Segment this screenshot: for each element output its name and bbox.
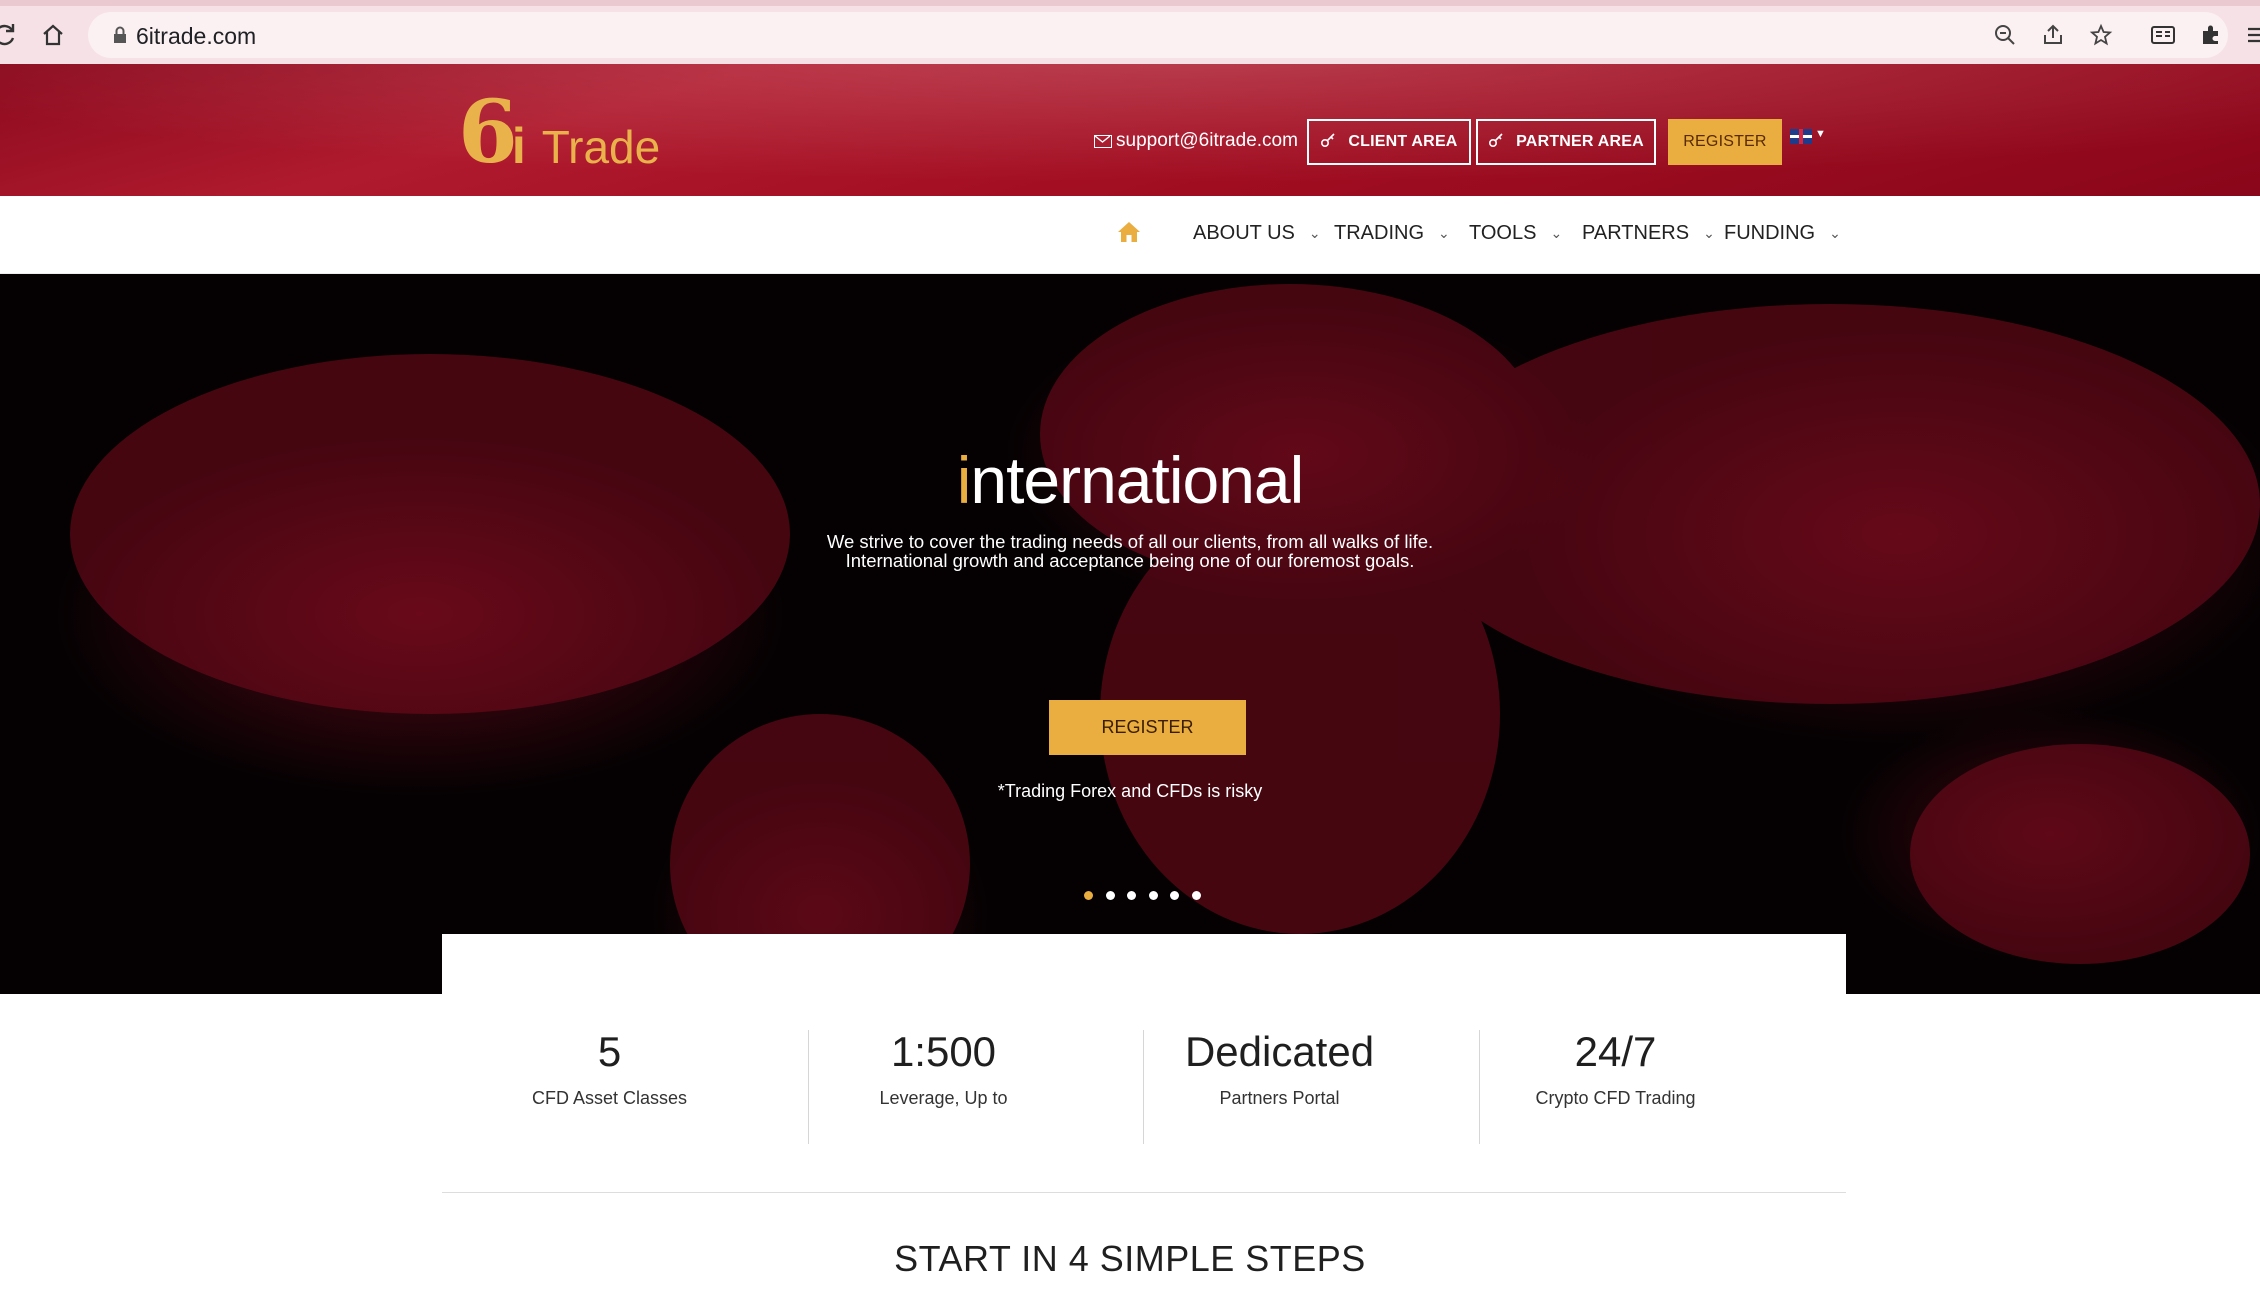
slider-dot[interactable] — [1105, 891, 1115, 900]
slider-dot[interactable] — [1148, 891, 1158, 900]
reload-icon[interactable] — [0, 18, 22, 52]
logo-i: i — [511, 118, 526, 174]
nav-item-funding[interactable]: FUNDING ⌄ — [1724, 222, 1841, 245]
extensions-icon[interactable] — [2194, 18, 2228, 52]
key-icon — [1488, 132, 1504, 153]
zoom-icon[interactable] — [1988, 18, 2022, 52]
nav-item-label: ABOUT US — [1193, 222, 1295, 244]
stat-label: CFD Asset Classes — [531, 1088, 688, 1108]
bookmark-star-icon[interactable] — [2084, 18, 2118, 52]
slider-dot[interactable] — [1127, 891, 1136, 900]
chevron-down-icon: ⌄ — [1550, 225, 1563, 241]
home-browser-icon[interactable] — [36, 18, 70, 52]
brand-logo[interactable]: 6 i Trade — [458, 86, 660, 176]
stat-value: 5 — [597, 1028, 622, 1075]
hero-register-button[interactable]: REGISTER — [1049, 700, 1246, 755]
header-register-button[interactable]: REGISTER — [1668, 119, 1782, 165]
chevron-down-icon: ⌄ — [1703, 225, 1715, 241]
stat-value: Dedicated — [1184, 1028, 1375, 1075]
stat-item: 1:500 Leverage, Up to — [776, 1028, 1111, 1109]
client-area-button[interactable]: CLIENT AREA — [1307, 119, 1471, 165]
slider-dot[interactable] — [1084, 891, 1093, 900]
hero-banner: international We strive to cover the tra… — [0, 274, 2260, 994]
logo-trade: Trade — [541, 121, 661, 173]
stat-label: Crypto CFD Trading — [1535, 1088, 1696, 1108]
chevron-down-icon: ⌄ — [1829, 225, 1841, 241]
stats-panel: 5 CFD Asset Classes 1:500 Leverage, Up t… — [442, 934, 1846, 1194]
stat-item: 5 CFD Asset Classes — [442, 1028, 777, 1109]
nav-item-label: TRADING — [1334, 222, 1424, 244]
reader-mode-icon[interactable] — [2146, 18, 2180, 52]
hero-description: We strive to cover the trading needs of … — [0, 532, 2260, 570]
client-area-label: CLIENT AREA — [1348, 133, 1458, 150]
logo-six: 6 — [458, 82, 518, 183]
support-email-link[interactable]: support@6itrade.com — [1094, 130, 1298, 152]
lock-icon[interactable] — [108, 23, 132, 47]
language-caret-icon[interactable]: ▼ — [1815, 128, 1826, 140]
support-email-text: support@6itrade.com — [1116, 130, 1298, 151]
stat-value: 1:500 — [890, 1028, 997, 1075]
stat-label: Leverage, Up to — [879, 1088, 1008, 1108]
url-text[interactable]: 6itrade.com — [136, 23, 256, 50]
menu-icon[interactable] — [2238, 18, 2260, 52]
partner-area-label: PARTNER AREA — [1516, 133, 1644, 150]
chevron-down-icon: ⌄ — [1308, 225, 1321, 241]
partner-area-button[interactable]: PARTNER AREA — [1476, 119, 1656, 165]
key-icon — [1320, 132, 1336, 153]
browser-toolbar: 6itrade.com — [0, 0, 2260, 64]
slider-dot[interactable] — [1191, 891, 1201, 900]
nav-item-tools[interactable]: TOOLS ⌄ — [1469, 222, 1562, 245]
nav-item-partners[interactable]: PARTNERS ⌄ — [1582, 222, 1715, 245]
nav-item-label: PARTNERS — [1582, 222, 1690, 244]
stat-label: Partners Portal — [1219, 1088, 1340, 1108]
hero-description-line: We strive to cover the trading needs of … — [826, 531, 1434, 552]
main-nav: ABOUT US ⌄ TRADING ⌄ TOOLS ⌄ PARTNERS ⌄ … — [0, 196, 2260, 274]
share-icon[interactable] — [2036, 18, 2070, 52]
stat-value: 24/7 — [1574, 1028, 1657, 1075]
address-bar[interactable]: 6itrade.com — [88, 12, 2228, 58]
hero-title-rest: nternational — [970, 443, 1304, 517]
steps-section-title: START IN 4 SIMPLE STEPS — [894, 1238, 1366, 1279]
slider-dots — [1084, 891, 1213, 900]
nav-item-label: TOOLS — [1469, 222, 1537, 244]
hero-title: international — [0, 442, 2260, 518]
header-sheen — [0, 64, 2260, 184]
risk-warning: *Trading Forex and CFDs is risky — [997, 781, 1263, 801]
site-header: 6 i Trade support@6itrade.com CLIENT ARE… — [0, 64, 2260, 196]
world-map-graphic — [70, 284, 2260, 994]
section-divider — [442, 1192, 1846, 1193]
chevron-down-icon: ⌄ — [1438, 225, 1450, 241]
home-icon[interactable] — [1117, 220, 1141, 244]
stat-item: 24/7 Crypto CFD Trading — [1448, 1028, 1783, 1109]
nav-item-trading[interactable]: TRADING ⌄ — [1334, 222, 1450, 245]
nav-item-label: FUNDING — [1724, 222, 1816, 244]
nav-item-about-us[interactable]: ABOUT US ⌄ — [1193, 222, 1321, 245]
mail-icon — [1094, 134, 1112, 148]
hero-title-accent: i — [956, 443, 972, 517]
uk-flag-icon[interactable] — [1790, 129, 1812, 144]
hero-description-line: International growth and acceptance bein… — [845, 550, 1415, 571]
slider-dot[interactable] — [1170, 891, 1179, 900]
stat-item: Dedicated Partners Portal — [1112, 1028, 1447, 1109]
